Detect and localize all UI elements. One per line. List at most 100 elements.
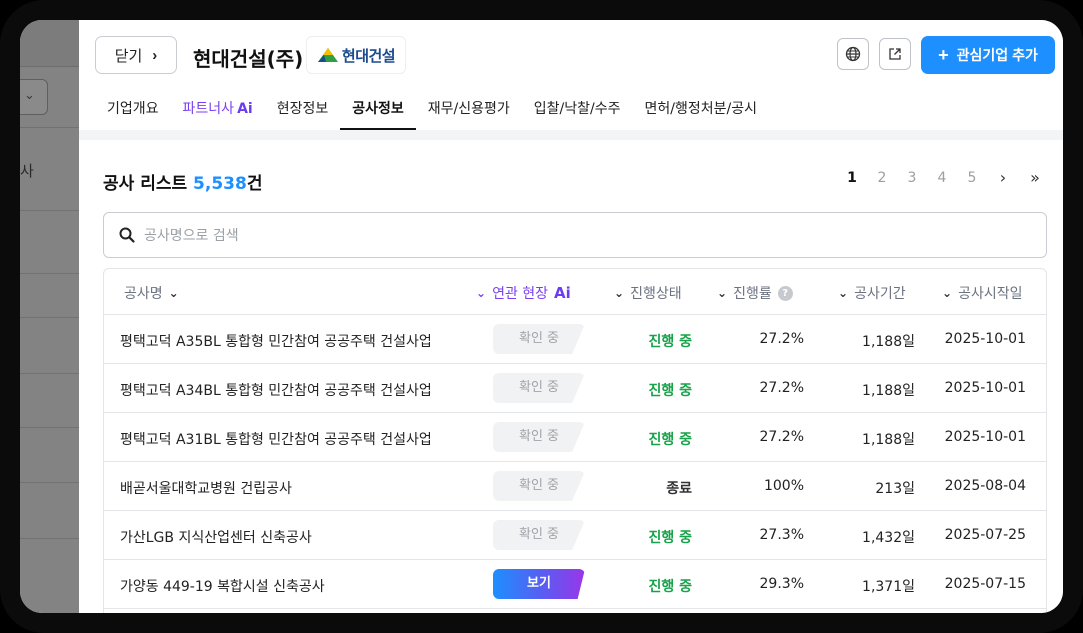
header-label: 진행률 bbox=[733, 286, 772, 302]
header-rate[interactable]: ⌄ 진행률 ? bbox=[717, 283, 793, 303]
table-row[interactable]: 평택고덕 A35BL 통합형 민간참여 공공주택 건설사업 확인 중 진행 중 … bbox=[104, 315, 1046, 364]
view-related-site-button[interactable]: 보기 bbox=[493, 569, 585, 599]
tab-site-info[interactable]: 현장정보 bbox=[265, 88, 341, 130]
page-5[interactable]: 5 bbox=[957, 170, 987, 186]
related-site-chip: 확인 중 bbox=[493, 373, 585, 403]
open-external-button[interactable] bbox=[879, 38, 911, 70]
table-row[interactable]: 가양동 449-19 복합시설 신축공사 보기 진행 중 29.3% 1,371… bbox=[104, 560, 1046, 609]
start-date: 2025-07-15 bbox=[944, 576, 1026, 592]
project-name: 평택고덕 A35BL 통합형 민간참여 공공주택 건설사업 bbox=[120, 334, 432, 350]
divider bbox=[20, 482, 80, 483]
background-header bbox=[20, 20, 80, 67]
external-link-icon bbox=[889, 48, 901, 60]
tab-bar: 기업개요 파트너사 Ai 현장정보 공사정보 재무/신용평가 입찰/낙찰/수주 면… bbox=[95, 88, 769, 130]
pagination: 1 2 3 4 5 › » bbox=[837, 168, 1051, 187]
tab-bid-award[interactable]: 입찰/낙찰/수주 bbox=[522, 88, 633, 130]
website-button[interactable] bbox=[837, 38, 869, 70]
background-text: 사 bbox=[20, 162, 34, 180]
project-name: 배곧서울대학교병원 건립공사 bbox=[120, 481, 292, 497]
header-label: 연관 현장 bbox=[492, 286, 549, 302]
tab-license-disclosure[interactable]: 면허/행정처분/공시 bbox=[632, 88, 768, 130]
header-period[interactable]: ⌄ 공사기간 bbox=[838, 283, 906, 303]
start-date: 2025-10-01 bbox=[944, 380, 1026, 396]
company-logo: 현대건설 bbox=[306, 36, 406, 74]
chevron-down-icon: ⌄ bbox=[168, 286, 179, 300]
header-name[interactable]: 공사명 ⌄ bbox=[124, 283, 179, 303]
project-name: 가양동 449-19 복합시설 신축공사 bbox=[120, 579, 325, 595]
related-site-chip: 확인 중 bbox=[493, 324, 585, 354]
header-label: 진행상태 bbox=[630, 286, 682, 302]
status-badge: 진행 중 bbox=[648, 530, 692, 546]
company-name: 현대건설(주) bbox=[193, 47, 304, 71]
table-row[interactable]: 평택고덕 A34BL 통합형 민간참여 공공주택 건설사업 확인 중 진행 중 … bbox=[104, 364, 1046, 413]
section-divider bbox=[79, 130, 1063, 140]
list-title-text: 공사 리스트 bbox=[103, 174, 188, 194]
header-related-site[interactable]: ⌄ 연관 현장 Ai bbox=[476, 283, 571, 303]
header-status[interactable]: ⌄ 진행상태 bbox=[614, 283, 682, 303]
project-name: 평택고덕 A34BL 통합형 민간참여 공공주택 건설사업 bbox=[120, 383, 432, 399]
construction-period: 1,188일 bbox=[862, 432, 915, 448]
help-icon[interactable]: ? bbox=[777, 285, 793, 301]
search-box bbox=[103, 212, 1047, 258]
add-favorite-company-button[interactable]: + 관심기업 추가 bbox=[921, 36, 1055, 74]
header-label: 공사시작일 bbox=[958, 286, 1023, 302]
header-label: 공사명 bbox=[124, 286, 163, 302]
device-frame: ⌄ 사 닫기 › 현대건설(주) 현대건설 + 관심기업 추가 기업개요 파트너… bbox=[0, 0, 1083, 633]
progress-rate: 27.2% bbox=[759, 331, 804, 347]
start-date: 2025-08-04 bbox=[944, 478, 1026, 494]
status-badge: 진행 중 bbox=[648, 579, 692, 595]
chevron-down-icon: ⌄ bbox=[476, 286, 487, 300]
page-1[interactable]: 1 bbox=[837, 170, 867, 186]
close-button[interactable]: 닫기 › bbox=[95, 36, 177, 74]
header-start-date[interactable]: ⌄ 공사시작일 bbox=[942, 283, 1022, 303]
construction-table: 공사명 ⌄ ⌄ 연관 현장 Ai ⌄ 진행상태 ⌄ 진행률 ? ⌄ 공사기간 ⌄… bbox=[103, 268, 1047, 613]
start-date: 2025-10-01 bbox=[944, 429, 1026, 445]
divider bbox=[20, 538, 80, 539]
construction-period: 1,188일 bbox=[862, 383, 915, 399]
globe-icon bbox=[845, 46, 861, 62]
chevron-down-icon: ⌄ bbox=[717, 286, 728, 300]
divider bbox=[20, 273, 80, 274]
project-name: 가산LGB 지식산업센터 신축공사 bbox=[120, 530, 312, 546]
divider bbox=[20, 127, 80, 128]
plus-icon: + bbox=[938, 45, 949, 65]
divider bbox=[20, 317, 80, 318]
table-row[interactable]: 배곧서울대학교병원 건립공사 확인 중 종료 100% 213일 2025-08… bbox=[104, 462, 1046, 511]
page-4[interactable]: 4 bbox=[927, 170, 957, 186]
tab-partners-ai[interactable]: 파트너사 Ai bbox=[171, 88, 265, 130]
chevron-down-icon: ⌄ bbox=[942, 286, 953, 300]
list-title: 공사 리스트 5,538건 bbox=[103, 169, 262, 194]
tab-construction-info[interactable]: 공사정보 bbox=[340, 88, 416, 130]
next-page-icon[interactable]: › bbox=[987, 168, 1019, 187]
construction-period: 1,371일 bbox=[862, 579, 915, 595]
related-site-chip: 확인 중 bbox=[493, 422, 585, 452]
table-row[interactable]: 가산LGB 지식산업센터 신축공사 확인 중 진행 중 27.3% 1,432일… bbox=[104, 511, 1046, 560]
progress-rate: 27.2% bbox=[759, 429, 804, 445]
list-count-unit: 건 bbox=[246, 174, 263, 194]
table-row[interactable]: 평택고덕 A31BL 통합형 민간참여 공공주택 건설사업 확인 중 진행 중 … bbox=[104, 413, 1046, 462]
search-input[interactable] bbox=[144, 223, 1024, 249]
start-date: 2025-10-01 bbox=[944, 331, 1026, 347]
divider bbox=[20, 210, 80, 211]
progress-rate: 27.3% bbox=[759, 527, 804, 543]
construction-period: 1,188일 bbox=[862, 334, 915, 350]
logo-triangle-icon bbox=[317, 48, 338, 62]
status-badge: 진행 중 bbox=[648, 383, 692, 399]
close-label: 닫기 bbox=[114, 47, 143, 65]
page-3[interactable]: 3 bbox=[897, 170, 927, 186]
chevron-right-icon: › bbox=[152, 46, 158, 64]
ai-badge: Ai bbox=[554, 284, 571, 302]
tab-company-overview[interactable]: 기업개요 bbox=[95, 88, 171, 130]
start-date: 2025-07-25 bbox=[944, 527, 1026, 543]
tab-finance-credit[interactable]: 재무/신용평가 bbox=[416, 88, 522, 130]
background-select: ⌄ bbox=[20, 79, 48, 115]
chevron-down-icon: ⌄ bbox=[24, 88, 35, 103]
tab-label: 파트너사 bbox=[182, 101, 235, 117]
status-badge: 진행 중 bbox=[648, 432, 692, 448]
status-badge: 종료 bbox=[666, 481, 692, 497]
table-header: 공사명 ⌄ ⌄ 연관 현장 Ai ⌄ 진행상태 ⌄ 진행률 ? ⌄ 공사기간 ⌄… bbox=[104, 269, 1046, 315]
last-page-icon[interactable]: » bbox=[1019, 168, 1051, 187]
construction-period: 213일 bbox=[875, 481, 915, 497]
page-2[interactable]: 2 bbox=[867, 170, 897, 186]
company-detail-panel: 닫기 › 현대건설(주) 현대건설 + 관심기업 추가 기업개요 파트너사 Ai… bbox=[79, 20, 1063, 613]
